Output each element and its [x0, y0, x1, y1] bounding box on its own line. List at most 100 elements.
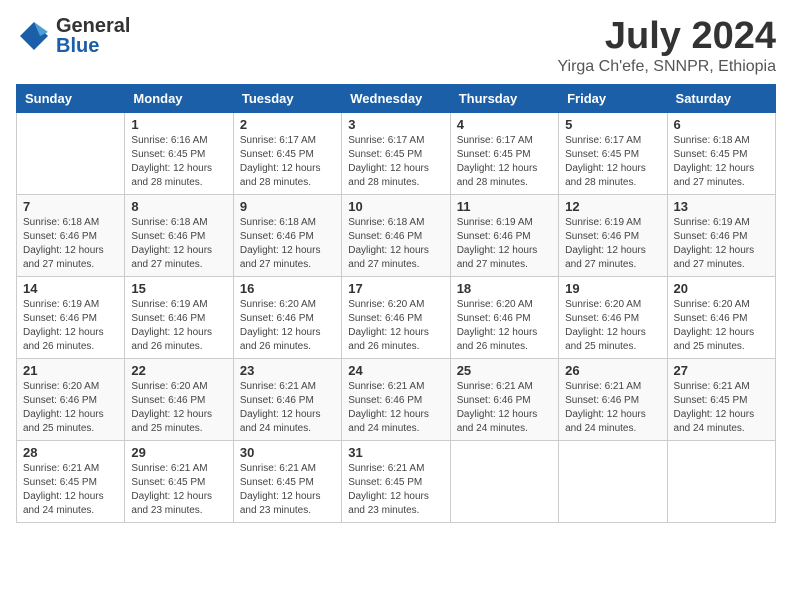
day-info: Sunrise: 6:20 AMSunset: 6:46 PMDaylight:… — [23, 380, 118, 436]
logo-blue-text: Blue — [56, 36, 130, 56]
weekday-header-row: SundayMondayTuesdayWednesdayThursdayFrid… — [17, 84, 776, 112]
calendar-cell: 27 Sunrise: 6:21 AMSunset: 6:45 PMDayligh… — [667, 358, 775, 440]
day-info: Sunrise: 6:17 AMSunset: 6:45 PMDaylight:… — [240, 134, 335, 190]
header: General Blue July 2024 Yirga Ch'efe, SNN… — [16, 16, 776, 76]
calendar-cell: 13Sunrise: 6:19 AMSunset: 6:46 PMDayligh… — [667, 194, 775, 276]
day-info: Sunrise: 6:18 AMSunset: 6:46 PMDaylight:… — [348, 216, 443, 272]
day-info: Sunrise: 6:17 AMSunset: 6:45 PMDaylight:… — [457, 134, 552, 190]
day-number: 20 — [674, 281, 769, 296]
calendar-cell: 22 Sunrise: 6:20 AMSunset: 6:46 PMDayligh… — [125, 358, 233, 440]
day-number: 13 — [674, 199, 769, 214]
day-number: 24 — [348, 363, 443, 378]
day-info: Sunrise: 6:21 AMSunset: 6:45 PMDaylight:… — [240, 462, 335, 518]
title-block: July 2024 Yirga Ch'efe, SNNPR, Ethiopia — [557, 16, 776, 76]
day-info: Sunrise: 6:20 AMSunset: 6:46 PMDaylight:… — [565, 298, 660, 354]
day-number: 27 — [674, 363, 769, 378]
calendar-cell — [17, 112, 125, 194]
weekday-header-saturday: Saturday — [667, 84, 775, 112]
weekday-header-thursday: Thursday — [450, 84, 558, 112]
day-info: Sunrise: 6:21 AMSunset: 6:45 PMDaylight:… — [674, 380, 769, 436]
calendar-cell: 26 Sunrise: 6:21 AMSunset: 6:46 PMDayligh… — [559, 358, 667, 440]
day-info: Sunrise: 6:20 AMSunset: 6:46 PMDaylight:… — [674, 298, 769, 354]
day-number: 10 — [348, 199, 443, 214]
calendar-cell: 3Sunrise: 6:17 AMSunset: 6:45 PMDaylight… — [342, 112, 450, 194]
logo-general-text: General — [56, 16, 130, 36]
day-number: 7 — [23, 199, 118, 214]
day-number: 4 — [457, 117, 552, 132]
day-info: Sunrise: 6:17 AMSunset: 6:45 PMDaylight:… — [565, 134, 660, 190]
day-number: 2 — [240, 117, 335, 132]
calendar-cell: 29Sunrise: 6:21 AMSunset: 6:45 PMDayligh… — [125, 440, 233, 522]
day-number: 12 — [565, 199, 660, 214]
calendar-cell: 15 Sunrise: 6:19 AMSunset: 6:46 PMDayligh… — [125, 276, 233, 358]
calendar-cell: 28Sunrise: 6:21 AMSunset: 6:45 PMDayligh… — [17, 440, 125, 522]
calendar-week-4: 21 Sunrise: 6:20 AMSunset: 6:46 PMDayligh… — [17, 358, 776, 440]
day-info: Sunrise: 6:18 AMSunset: 6:46 PMDaylight:… — [240, 216, 335, 272]
day-info: Sunrise: 6:20 AMSunset: 6:46 PMDaylight:… — [240, 298, 335, 354]
weekday-header-monday: Monday — [125, 84, 233, 112]
calendar-cell: 25Sunrise: 6:21 AMSunset: 6:46 PMDayligh… — [450, 358, 558, 440]
day-info: Sunrise: 6:17 AMSunset: 6:45 PMDaylight:… — [348, 134, 443, 190]
calendar-cell — [450, 440, 558, 522]
calendar-cell: 7Sunrise: 6:18 AMSunset: 6:46 PMDaylight… — [17, 194, 125, 276]
day-number: 21 — [23, 363, 118, 378]
day-info: Sunrise: 6:18 AMSunset: 6:45 PMDaylight:… — [674, 134, 769, 190]
day-info: Sunrise: 6:21 AMSunset: 6:46 PMDaylight:… — [565, 380, 660, 436]
day-info: Sunrise: 6:20 AMSunset: 6:46 PMDaylight:… — [457, 298, 552, 354]
day-number: 14 — [23, 281, 118, 296]
weekday-header-tuesday: Tuesday — [233, 84, 341, 112]
day-info: Sunrise: 6:20 AMSunset: 6:46 PMDaylight:… — [348, 298, 443, 354]
calendar-week-1: 1Sunrise: 6:16 AMSunset: 6:45 PMDaylight… — [17, 112, 776, 194]
calendar-cell: 11Sunrise: 6:19 AMSunset: 6:46 PMDayligh… — [450, 194, 558, 276]
calendar-cell: 19 Sunrise: 6:20 AMSunset: 6:46 PMDayligh… — [559, 276, 667, 358]
weekday-header-wednesday: Wednesday — [342, 84, 450, 112]
calendar-cell: 1Sunrise: 6:16 AMSunset: 6:45 PMDaylight… — [125, 112, 233, 194]
day-info: Sunrise: 6:21 AMSunset: 6:46 PMDaylight:… — [240, 380, 335, 436]
day-info: Sunrise: 6:21 AMSunset: 6:46 PMDaylight:… — [457, 380, 552, 436]
calendar-cell: 12 Sunrise: 6:19 AMSunset: 6:46 PMDayligh… — [559, 194, 667, 276]
calendar-cell: 5 Sunrise: 6:17 AMSunset: 6:45 PMDaylight… — [559, 112, 667, 194]
day-number: 9 — [240, 199, 335, 214]
day-info: Sunrise: 6:19 AMSunset: 6:46 PMDaylight:… — [565, 216, 660, 272]
logo-icon — [16, 18, 52, 54]
weekday-header-friday: Friday — [559, 84, 667, 112]
calendar-week-3: 14 Sunrise: 6:19 AMSunset: 6:46 PMDayligh… — [17, 276, 776, 358]
calendar-cell: 23 Sunrise: 6:21 AMSunset: 6:46 PMDayligh… — [233, 358, 341, 440]
day-number: 8 — [131, 199, 226, 214]
day-info: Sunrise: 6:19 AMSunset: 6:46 PMDaylight:… — [457, 216, 552, 272]
calendar-week-2: 7 Sunrise: 6:18 AMSunset: 6:46 PMDaylight… — [17, 194, 776, 276]
calendar-cell: 6Sunrise: 6:18 AMSunset: 6:45 PMDaylight… — [667, 112, 775, 194]
day-number: 19 — [565, 281, 660, 296]
day-number: 5 — [565, 117, 660, 132]
day-info: Sunrise: 6:21 AMSunset: 6:45 PMDaylight:… — [348, 462, 443, 518]
calendar-table: SundayMondayTuesdayWednesdayThursdayFrid… — [16, 84, 776, 523]
calendar-title: July 2024 — [557, 16, 776, 58]
calendar-cell: 2 Sunrise: 6:17 AMSunset: 6:45 PMDaylight… — [233, 112, 341, 194]
day-number: 18 — [457, 281, 552, 296]
calendar-cell: 8 Sunrise: 6:18 AMSunset: 6:46 PMDaylight… — [125, 194, 233, 276]
calendar-cell: 31 Sunrise: 6:21 AMSunset: 6:45 PMDayligh… — [342, 440, 450, 522]
calendar-cell: 10 Sunrise: 6:18 AMSunset: 6:46 PMDayligh… — [342, 194, 450, 276]
day-number: 31 — [348, 445, 443, 460]
day-info: Sunrise: 6:19 AMSunset: 6:46 PMDaylight:… — [23, 298, 118, 354]
day-number: 17 — [348, 281, 443, 296]
day-number: 16 — [240, 281, 335, 296]
calendar-cell: 24Sunrise: 6:21 AMSunset: 6:46 PMDayligh… — [342, 358, 450, 440]
day-number: 1 — [131, 117, 226, 132]
calendar-cell — [559, 440, 667, 522]
day-number: 15 — [131, 281, 226, 296]
calendar-cell: 20 Sunrise: 6:20 AMSunset: 6:46 PMDayligh… — [667, 276, 775, 358]
logo: General Blue — [16, 16, 130, 56]
calendar-cell: 17 Sunrise: 6:20 AMSunset: 6:46 PMDayligh… — [342, 276, 450, 358]
day-number: 26 — [565, 363, 660, 378]
calendar-week-5: 28Sunrise: 6:21 AMSunset: 6:45 PMDayligh… — [17, 440, 776, 522]
day-info: Sunrise: 6:19 AMSunset: 6:46 PMDaylight:… — [131, 298, 226, 354]
day-info: Sunrise: 6:20 AMSunset: 6:46 PMDaylight:… — [131, 380, 226, 436]
calendar-cell: 9 Sunrise: 6:18 AMSunset: 6:46 PMDaylight… — [233, 194, 341, 276]
day-info: Sunrise: 6:21 AMSunset: 6:45 PMDaylight:… — [131, 462, 226, 518]
day-number: 23 — [240, 363, 335, 378]
day-info: Sunrise: 6:18 AMSunset: 6:46 PMDaylight:… — [131, 216, 226, 272]
calendar-cell: 30Sunrise: 6:21 AMSunset: 6:45 PMDayligh… — [233, 440, 341, 522]
day-number: 22 — [131, 363, 226, 378]
calendar-cell: 18 Sunrise: 6:20 AMSunset: 6:46 PMDayligh… — [450, 276, 558, 358]
